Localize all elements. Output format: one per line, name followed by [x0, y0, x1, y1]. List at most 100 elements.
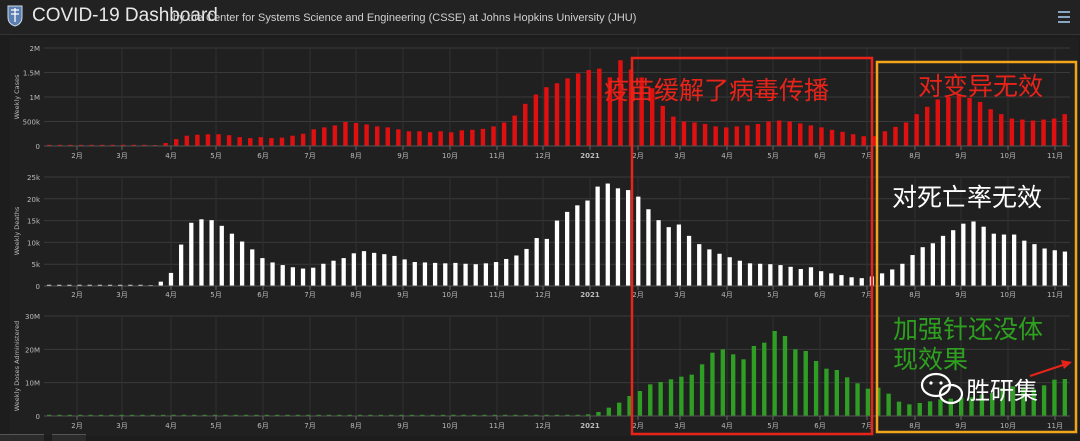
- bar: [648, 384, 653, 416]
- bar: [702, 123, 708, 146]
- x-tick-label: 11月: [489, 422, 505, 430]
- bar: [432, 262, 438, 286]
- bar: [1022, 240, 1027, 286]
- x-tick-label: 2021: [580, 422, 600, 430]
- x-tick-label: 12月: [535, 422, 551, 430]
- y-tick-label: 20k: [27, 196, 41, 204]
- bar: [656, 220, 661, 286]
- bar: [720, 349, 725, 416]
- x-tick-label: 3月: [674, 291, 685, 299]
- bar: [605, 183, 610, 286]
- bar: [948, 398, 953, 416]
- x-tick-label: 5月: [767, 422, 778, 430]
- bar: [260, 258, 265, 286]
- bar: [382, 254, 387, 286]
- x-tick-label: 5月: [767, 291, 778, 299]
- x-tick-label: 9月: [955, 422, 966, 430]
- bar: [453, 262, 458, 286]
- bar: [676, 224, 682, 286]
- x-tick-label: 6月: [814, 291, 825, 299]
- bar: [861, 136, 866, 146]
- x-tick-label: 5月: [767, 152, 778, 160]
- bar: [938, 399, 943, 416]
- bar: [219, 225, 224, 286]
- bar: [1062, 114, 1067, 146]
- bar: [353, 122, 359, 146]
- x-tick-label: 2月: [71, 152, 82, 160]
- bar: [882, 131, 888, 146]
- bar: [981, 226, 986, 286]
- bar: [910, 255, 915, 286]
- x-tick-label: 7月: [304, 291, 315, 299]
- x-tick-label: 6月: [814, 422, 825, 430]
- bar: [988, 109, 993, 146]
- bar: [1052, 379, 1057, 416]
- bar: [668, 379, 674, 416]
- bar: [417, 131, 422, 146]
- bar: [755, 123, 761, 146]
- bar: [332, 125, 338, 146]
- annotation-vaccine-slowed-spread: 疫苗缓解了病毒传播: [604, 76, 829, 105]
- bar: [300, 133, 306, 146]
- bar: [940, 235, 946, 286]
- bar: [269, 138, 274, 146]
- bar: [279, 137, 285, 146]
- bar: [967, 97, 972, 146]
- bar: [829, 129, 835, 146]
- x-tick-label: 4月: [721, 422, 732, 430]
- bar: [924, 106, 930, 146]
- bar: [717, 253, 722, 286]
- bar: [290, 135, 295, 146]
- bar: [534, 238, 539, 286]
- bar: [666, 227, 671, 286]
- bar: [504, 258, 509, 286]
- bar: [512, 115, 517, 146]
- bar: [956, 94, 962, 146]
- bar: [392, 255, 397, 286]
- bar: [483, 263, 489, 286]
- bar: [491, 126, 496, 146]
- y-tick-label: 1.5M: [23, 70, 40, 78]
- x-tick-label: 10月: [442, 291, 458, 299]
- bar: [768, 264, 773, 286]
- bar: [290, 267, 296, 286]
- bar: [660, 105, 665, 146]
- x-tick-label: 3月: [674, 422, 685, 430]
- y-tick-label: 25k: [27, 174, 41, 182]
- bar: [1042, 248, 1047, 286]
- bar: [747, 263, 753, 286]
- bar: [617, 402, 622, 416]
- bar: [615, 188, 621, 286]
- bar: [406, 131, 412, 146]
- x-tick-label: 2月: [71, 291, 82, 299]
- bar: [930, 243, 935, 286]
- x-tick-label: 2021: [580, 291, 600, 299]
- bar: [782, 336, 788, 416]
- bar: [713, 126, 718, 146]
- bar: [533, 94, 539, 146]
- x-tick-label: 9月: [397, 152, 408, 160]
- x-tick-label: 7月: [304, 152, 315, 160]
- bar: [554, 220, 560, 286]
- x-tick-label: 2月: [632, 152, 643, 160]
- bar: [361, 251, 367, 286]
- bar: [893, 126, 898, 146]
- bar: [762, 342, 767, 416]
- bar: [565, 211, 570, 286]
- y-tick-label: 30M: [25, 313, 40, 321]
- x-tick-label: 10月: [442, 422, 458, 430]
- bar: [168, 272, 174, 286]
- bar: [351, 253, 356, 286]
- bar: [1001, 234, 1007, 286]
- x-tick-label: 5月: [210, 152, 221, 160]
- bar: [731, 354, 736, 416]
- y-axis-label: Weekly Cases: [13, 74, 21, 119]
- bar: [300, 268, 306, 286]
- bar: [886, 393, 891, 416]
- bar: [544, 87, 549, 146]
- bar: [374, 126, 380, 146]
- bar: [808, 125, 814, 146]
- bar: [239, 241, 245, 286]
- bar: [818, 271, 824, 286]
- x-tick-label: 3月: [116, 152, 127, 160]
